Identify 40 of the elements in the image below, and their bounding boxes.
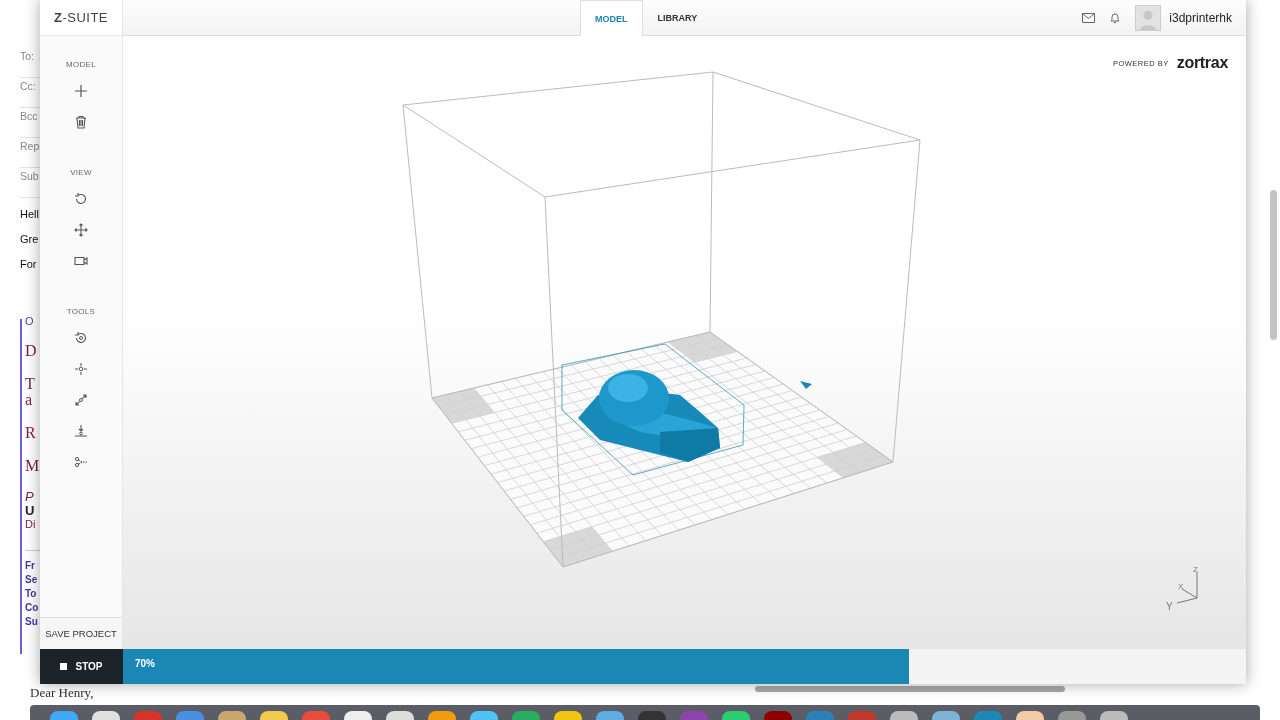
mail-body-text: Hell	[20, 208, 40, 222]
section-heading: MODEL	[66, 60, 96, 69]
section-heading: VIEW	[70, 168, 92, 177]
quoted-text: M	[25, 457, 41, 475]
mail-body-text: Dear Henry,	[30, 685, 94, 700]
quoted-text: Su	[25, 615, 39, 629]
section-heading: TOOLS	[66, 307, 96, 316]
lay-flat-icon[interactable]	[72, 422, 90, 440]
scrollbar-thumb[interactable]	[1270, 190, 1277, 340]
brand-logo: zortrax	[1176, 54, 1228, 72]
quoted-text: D	[25, 342, 38, 360]
quoted-text: O	[25, 315, 35, 327]
quoted-text: T	[25, 375, 36, 393]
move-tool-icon[interactable]	[72, 360, 90, 378]
save-project-button[interactable]: SAVE PROJECT	[40, 617, 122, 649]
bell-icon[interactable]	[1109, 11, 1122, 24]
mail-body-text: For	[20, 258, 38, 272]
scrollbar-thumb[interactable]	[755, 686, 1065, 692]
scale-icon[interactable]	[72, 391, 90, 409]
quoted-text: To	[25, 587, 38, 601]
stop-button[interactable]: STOP	[40, 649, 123, 684]
axis-gizmo-drawing: Z X Y	[1166, 565, 1198, 612]
pointer-marker[interactable]	[800, 381, 812, 389]
mail-body-text: Gre	[20, 233, 40, 247]
quoted-text: Co	[25, 601, 40, 615]
quoted-text: R	[25, 424, 37, 442]
model-drawing[interactable]	[561, 343, 745, 476]
quoted-text: P	[25, 489, 35, 504]
username[interactable]: i3dprinterhk	[1169, 10, 1232, 25]
quoted-text: U	[25, 504, 36, 518]
quoted-text: Se	[25, 573, 39, 587]
progress-percent: 70%	[135, 658, 155, 669]
quoted-text: a	[25, 391, 34, 409]
nav-tab[interactable]: LIBRARY	[642, 0, 713, 35]
app-logo: Z-SUITE	[40, 0, 123, 36]
nav-tab[interactable]: MODEL	[580, 0, 643, 36]
move-icon[interactable]	[72, 221, 90, 239]
plus-icon[interactable]	[72, 82, 90, 100]
quoted-text: Di	[25, 518, 37, 530]
mail-icon[interactable]	[1082, 12, 1096, 23]
